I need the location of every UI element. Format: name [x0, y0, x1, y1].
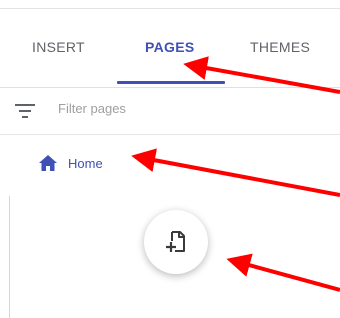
- page-item-label: Home: [68, 155, 103, 171]
- tab-pages[interactable]: PAGES: [145, 39, 194, 55]
- tab-insert[interactable]: INSERT: [32, 39, 85, 55]
- tab-bar: INSERT PAGES THEMES: [0, 9, 340, 87]
- filter-pages-input[interactable]: [58, 101, 258, 116]
- filter-divider: [0, 134, 340, 135]
- page-item-home[interactable]: Home: [38, 152, 103, 174]
- annotation-arrow-add-page: [226, 253, 340, 292]
- active-tab-indicator: [117, 81, 225, 84]
- annotation-arrow-home-page: [131, 148, 340, 197]
- home-icon: [38, 154, 58, 172]
- filter-list-icon[interactable]: [14, 102, 36, 120]
- add-page-icon: [166, 231, 185, 252]
- add-page-button[interactable]: [144, 210, 208, 274]
- filter-bar: [0, 88, 340, 134]
- tab-themes[interactable]: THEMES: [250, 39, 310, 55]
- left-divider: [9, 196, 10, 318]
